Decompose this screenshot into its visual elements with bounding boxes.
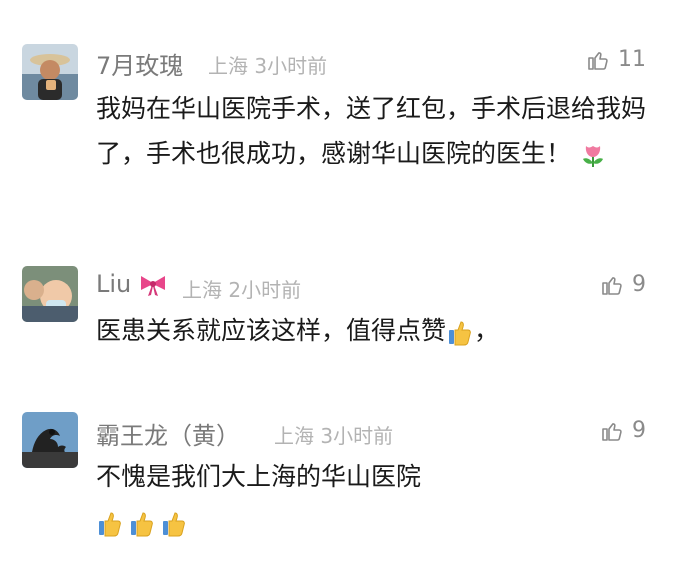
timestamp: 3小时前 [320, 424, 394, 448]
username[interactable]: Liu [96, 270, 167, 298]
tulip-emoji [582, 146, 603, 167]
comment-meta: 上海 2小时前 [182, 274, 301, 303]
location: 上海 [182, 278, 222, 302]
username[interactable]: 霸王龙（黄） [96, 416, 240, 451]
timestamp: 2小时前 [228, 278, 302, 302]
comment-meta: 上海 3小时前 [208, 50, 327, 79]
thumbs-up-emoji [131, 512, 153, 537]
avatar[interactable] [22, 412, 78, 468]
like-count: 11 [618, 47, 646, 72]
comment-meta: 上海 3小时前 [274, 420, 393, 449]
like-button[interactable]: 9 [600, 418, 646, 443]
thumbs-up-emoji [99, 512, 121, 537]
like-button[interactable]: 11 [586, 47, 646, 72]
location: 上海 [274, 424, 314, 448]
avatar[interactable] [22, 266, 78, 322]
comment-text: 不愧是我们大上海的华山医院 [96, 454, 656, 544]
comment-text: 我妈在华山医院手术，送了红包，手术后退给我妈了，手术也很成功，感谢华山医院的医生… [96, 94, 647, 168]
username[interactable]: 7月玫瑰 [96, 46, 183, 81]
thumbs-up-icon [602, 276, 622, 295]
location: 上海 [208, 54, 248, 78]
comment-text: 医患关系就应该这样，值得点赞 ， [96, 316, 500, 346]
like-count: 9 [632, 418, 646, 443]
thumbs-up-emoji [163, 512, 185, 537]
thumbs-up-icon [588, 51, 608, 70]
ribbon-emoji [140, 276, 165, 296]
timestamp: 3小时前 [254, 54, 328, 78]
avatar[interactable] [22, 44, 78, 100]
thumbs-up-emoji [449, 321, 471, 346]
emoji-row [96, 499, 656, 544]
thumbs-up-icon [602, 422, 622, 441]
like-count: 9 [632, 272, 646, 297]
like-button[interactable]: 9 [600, 272, 646, 297]
